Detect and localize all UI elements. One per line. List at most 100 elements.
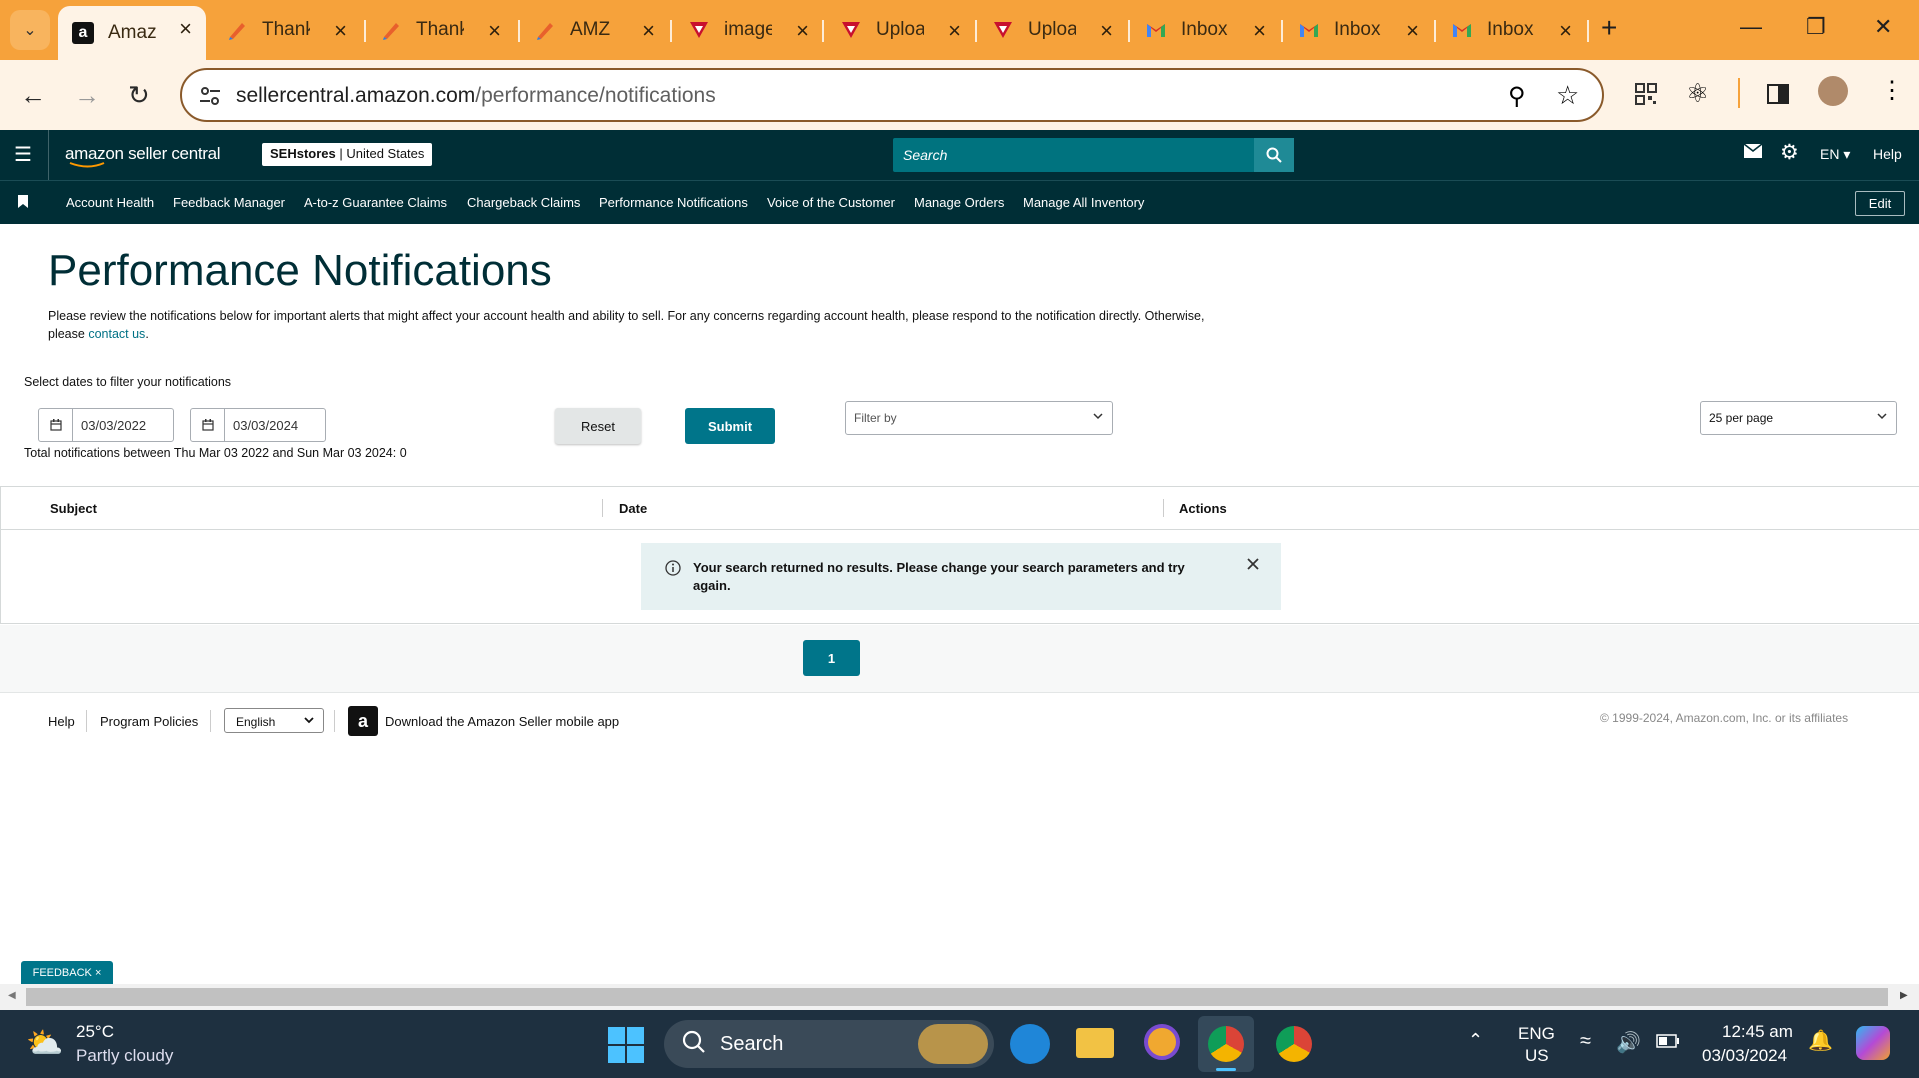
address-bar[interactable]: sellercentral.amazon.com/performance/not… — [180, 68, 1604, 122]
nav-feedback-manager[interactable]: Feedback Manager — [173, 195, 285, 210]
column-subject[interactable]: Subject — [50, 501, 97, 516]
tab-amz[interactable]: AMZ × — [534, 8, 669, 52]
submit-button[interactable]: Submit — [685, 408, 775, 444]
filter-by-select[interactable]: Filter by — [845, 401, 1113, 435]
close-icon[interactable]: × — [642, 18, 655, 44]
store-switcher[interactable]: SEHstores | United States — [262, 143, 433, 166]
close-alert-icon[interactable] — [1246, 557, 1260, 576]
zoom-icon[interactable]: ⚲ — [1508, 82, 1526, 111]
close-icon[interactable]: × — [95, 967, 101, 979]
bookmark-star-icon[interactable]: ☆ — [1556, 80, 1579, 111]
amazon-app-icon[interactable]: a — [348, 706, 378, 736]
file-explorer-icon[interactable] — [1076, 1028, 1114, 1058]
tab-upload-2[interactable]: Uploa × — [992, 8, 1127, 52]
bookmark-icon[interactable] — [18, 195, 28, 213]
nav-manage-orders[interactable]: Manage Orders — [914, 195, 1004, 210]
chrome-profile-icon[interactable] — [1276, 1026, 1312, 1062]
temperature[interactable]: 25°C — [76, 1022, 114, 1042]
copilot-icon[interactable] — [1856, 1026, 1890, 1060]
weather-condition[interactable]: Partly cloudy — [76, 1046, 173, 1066]
search-icon — [682, 1030, 706, 1059]
close-icon[interactable]: × — [796, 18, 809, 44]
footer-language-select[interactable]: English — [224, 708, 324, 733]
close-icon[interactable]: × — [488, 18, 501, 44]
date-to-input[interactable]: 03/03/2024 — [190, 408, 326, 442]
nav-a-to-z-claims[interactable]: A-to-z Guarantee Claims — [304, 195, 447, 210]
edit-nav-button[interactable]: Edit — [1855, 191, 1905, 216]
clock-time[interactable]: 12:45 am — [1722, 1022, 1793, 1042]
edge-icon[interactable] — [1010, 1024, 1050, 1064]
feedback-button[interactable]: FEEDBACK × — [21, 961, 113, 984]
show-hidden-icons-chevron-icon[interactable]: ⌃ — [1468, 1030, 1483, 1051]
horizontal-scrollbar[interactable]: ◀ ▶ — [0, 984, 1919, 1010]
scroll-left-icon[interactable]: ◀ — [8, 990, 16, 1001]
site-settings-icon[interactable] — [198, 84, 222, 113]
nav-voice-of-customer[interactable]: Voice of the Customer — [767, 195, 895, 210]
tab-inbox-2[interactable]: Inbox × — [1298, 8, 1433, 52]
tab-amazon[interactable]: a Amazon × — [58, 6, 206, 60]
gear-icon[interactable]: ⚙ — [1780, 140, 1799, 165]
mail-icon[interactable] — [1743, 143, 1763, 163]
language-selector[interactable]: EN ▾ — [1820, 146, 1850, 163]
nav-chargeback-claims[interactable]: Chargeback Claims — [467, 195, 580, 210]
pen-icon — [226, 19, 248, 41]
search-button[interactable] — [1254, 138, 1294, 172]
input-region[interactable]: US — [1525, 1046, 1549, 1066]
calendar-icon — [39, 409, 73, 441]
reset-button[interactable]: Reset — [555, 408, 641, 444]
scrollbar-thumb[interactable] — [26, 988, 1888, 1006]
qr-code-icon[interactable] — [1634, 82, 1658, 111]
close-icon[interactable]: × — [1100, 18, 1113, 44]
input-language[interactable]: ENG — [1518, 1024, 1555, 1044]
taskbar-search-box[interactable]: Search — [664, 1020, 994, 1068]
close-icon[interactable]: × — [1253, 18, 1266, 44]
tab-inbox-1[interactable]: Inbox × — [1145, 8, 1280, 52]
page-1-button[interactable]: 1 — [803, 640, 860, 676]
column-date[interactable]: Date — [619, 501, 647, 516]
download-app-link[interactable]: Download the Amazon Seller mobile app — [385, 714, 619, 729]
close-icon[interactable]: × — [179, 16, 192, 42]
close-icon[interactable]: × — [334, 18, 347, 44]
back-arrow-icon[interactable]: ← — [20, 80, 46, 111]
new-tab-plus-icon[interactable]: + — [1601, 12, 1617, 44]
date-from-input[interactable]: 03/03/2022 — [38, 408, 174, 442]
footer-help-link[interactable]: Help — [48, 714, 75, 729]
side-panel-icon[interactable] — [1766, 82, 1790, 111]
chrome-taskbar-active[interactable] — [1198, 1016, 1254, 1072]
battery-icon[interactable] — [1656, 1034, 1680, 1053]
tab-image[interactable]: image × — [688, 8, 823, 52]
wifi-icon[interactable]: ≈ — [1580, 1030, 1591, 1053]
per-page-select[interactable]: 25 per page — [1700, 401, 1897, 435]
search-input[interactable]: Search — [893, 138, 1255, 172]
help-link[interactable]: Help — [1873, 146, 1902, 162]
tab-upload-1[interactable]: Uploa × — [840, 8, 975, 52]
extensions-puzzle-icon[interactable]: ⚛ — [1686, 78, 1709, 109]
notification-bell-icon[interactable]: 🔔 — [1808, 1028, 1833, 1053]
volume-icon[interactable]: 🔊 — [1616, 1030, 1641, 1055]
tab-thank-1[interactable]: Thank × — [226, 8, 361, 52]
tab-thank-2[interactable]: Thank × — [380, 8, 515, 52]
contact-us-link[interactable]: contact us — [88, 327, 145, 341]
forward-arrow-icon[interactable]: → — [74, 80, 100, 111]
tab-search-button[interactable]: ⌄ — [10, 10, 50, 50]
restore-icon[interactable]: ❐ — [1806, 14, 1826, 40]
close-icon[interactable]: × — [948, 18, 961, 44]
nav-performance-notifications[interactable]: Performance Notifications — [599, 195, 748, 210]
more-menu-icon[interactable]: ⋮ — [1880, 76, 1904, 105]
brave-vpn-icon[interactable] — [1144, 1024, 1180, 1060]
minimize-icon[interactable]: — — [1740, 14, 1762, 40]
nav-account-health[interactable]: Account Health — [66, 195, 154, 210]
close-icon[interactable]: × — [1559, 18, 1572, 44]
program-policies-link[interactable]: Program Policies — [100, 714, 198, 729]
window-close-icon[interactable]: ✕ — [1874, 14, 1892, 40]
close-icon[interactable]: × — [1406, 18, 1419, 44]
browser-toolbar: ← → ↻ sellercentral.amazon.com/performan… — [0, 60, 1919, 130]
reload-icon[interactable]: ↻ — [128, 80, 150, 111]
scroll-right-icon[interactable]: ▶ — [1900, 990, 1908, 1001]
clock-date[interactable]: 03/03/2024 — [1702, 1046, 1787, 1066]
hamburger-menu-icon[interactable]: ☰ — [14, 142, 32, 167]
windows-start-icon[interactable] — [608, 1027, 644, 1068]
tab-inbox-3[interactable]: Inbox × — [1451, 8, 1586, 52]
nav-manage-inventory[interactable]: Manage All Inventory — [1023, 195, 1144, 210]
profile-avatar[interactable] — [1818, 76, 1848, 106]
